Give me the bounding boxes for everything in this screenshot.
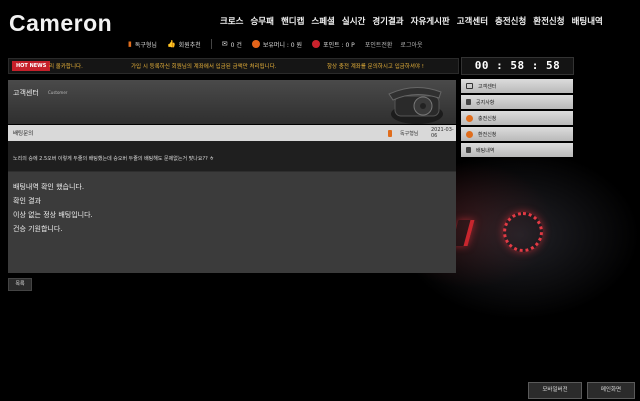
sidebar-item-bet-history[interactable]: 배팅내역 xyxy=(461,143,573,157)
countdown-timer: 00 : 58 : 58 xyxy=(461,57,574,75)
post-date: 2021-03-06 xyxy=(431,127,454,139)
money-value: 보유머니 : 0 원 xyxy=(262,41,303,49)
ticker-message-1: 리 올카합니다. xyxy=(49,64,83,70)
post-question: 노리의 승에 2.5오버 이렇게 두줄의 배팅했는데 승오버 두줄의 배팅해도 … xyxy=(8,141,456,172)
news-ticker: HOT NEWS 리 올카합니다. 가입 시 등록하신 회원님의 계좌에서 입금… xyxy=(8,58,459,74)
question-text: 노리의 승에 2.5오버 이렇게 두줄의 배팅했는데 승오버 두줄의 배팅해도 … xyxy=(13,156,214,162)
answer-line: 확인 결과 xyxy=(13,197,41,205)
mail-icon: ✉ xyxy=(221,40,228,48)
sidebar-item-notice[interactable]: 공지사항 xyxy=(461,95,573,109)
car-tail-light-right xyxy=(503,212,543,252)
nav-win-draw-lose[interactable]: 승무패 xyxy=(250,15,273,27)
nav-free-board[interactable]: 자유게시판 xyxy=(411,15,450,27)
sidebar-item-label: 충전신청 xyxy=(478,115,497,122)
sidebar-item-customer-center[interactable]: 고객센터 xyxy=(461,79,573,93)
nav-handicap[interactable]: 핸디캡 xyxy=(281,15,304,27)
coin-icon xyxy=(466,130,473,138)
list-button[interactable]: 목록 xyxy=(8,278,32,291)
document-icon xyxy=(466,99,471,105)
nav-bet-history[interactable]: 배팅내역 xyxy=(572,15,603,27)
sidebar-item-label: 배팅내역 xyxy=(476,147,495,154)
user-bar: ▮ 독구형님 👍 회원추천 ✉ 0 건 보유머니 : 0 원 포인트 : 0 P… xyxy=(128,36,458,52)
panel-subtitle: Customer xyxy=(48,90,68,95)
sidebar-item-label: 환전신청 xyxy=(478,131,497,138)
money-icon xyxy=(251,40,260,48)
nav-withdraw[interactable]: 환전신청 xyxy=(533,15,564,27)
logout-button[interactable]: 로그아웃 xyxy=(400,40,422,49)
post-author: 독구형님 xyxy=(400,130,419,137)
divider xyxy=(210,39,212,49)
sidebar-item-deposit[interactable]: 충전신청 xyxy=(461,111,573,125)
nav-customer-center[interactable]: 고객센터 xyxy=(457,15,488,27)
username: ▮ 독구형님 xyxy=(128,40,157,49)
sidebar-item-withdraw[interactable]: 환전신청 xyxy=(461,127,573,141)
username-label: 독구형님 xyxy=(134,41,157,49)
ticker-message-3: 항상 충전 계좌를 문의하시고 입금하셔야 ! xyxy=(327,64,424,70)
points-value: 포인트 : 0 P xyxy=(323,41,355,49)
nav-deposit[interactable]: 충전신청 xyxy=(495,15,526,27)
document-icon xyxy=(466,147,471,153)
hot-news-badge: HOT NEWS xyxy=(12,61,51,71)
user-level-icon xyxy=(388,129,392,137)
main-screen-button[interactable]: 메인화면 xyxy=(587,382,635,399)
points-display: 포인트 : 0 P xyxy=(312,40,355,49)
post-answer: 배팅내역 확인 했습니다. 확인 결과 이상 없는 정상 배팅입니다. 건승 기… xyxy=(8,172,456,273)
messages-count: 0 건 xyxy=(230,41,242,49)
thumbs-up-icon: 👍 xyxy=(166,40,176,48)
monitor-icon xyxy=(466,83,473,89)
money-display: 보유머니 : 0 원 xyxy=(251,40,303,49)
main-nav: 크로스 승무패 핸디캡 스페셜 실시간 경기결과 자유게시판 고객센터 충전신청… xyxy=(220,15,603,27)
coin-icon xyxy=(466,114,473,122)
nav-special[interactable]: 스페셜 xyxy=(311,15,334,27)
messages-link[interactable]: ✉ 0 건 xyxy=(222,40,242,49)
recommend-link[interactable]: 👍 회원추천 xyxy=(167,40,201,49)
nav-live[interactable]: 실시간 xyxy=(342,15,365,27)
sidebar-item-label: 공지사항 xyxy=(476,99,495,106)
user-icon: ▮ xyxy=(128,40,132,48)
panel-title: 고객센터 xyxy=(13,89,39,97)
post-header: 배팅문의 독구형님 2021-03-06 xyxy=(8,125,456,141)
convert-points-button[interactable]: 포인트전환 xyxy=(365,40,393,49)
site-logo[interactable]: Cameron xyxy=(9,10,112,37)
post-title: 배팅문의 xyxy=(13,131,34,137)
nav-results[interactable]: 경기결과 xyxy=(372,15,403,27)
recommend-label: 회원추천 xyxy=(178,41,201,49)
answer-line: 건승 기원합니다. xyxy=(13,225,63,233)
answer-line: 이상 없는 정상 배팅입니다. xyxy=(13,211,93,219)
mobile-version-button[interactable]: 모바일버전 xyxy=(528,382,582,399)
points-icon xyxy=(312,40,321,48)
telephone-icon xyxy=(388,87,443,124)
sidebar: 고객센터 공지사항 충전신청 환전신청 배팅내역 xyxy=(461,79,573,159)
answer-line: 배팅내역 확인 했습니다. xyxy=(13,183,85,191)
sidebar-item-label: 고객센터 xyxy=(478,83,497,90)
nav-cross[interactable]: 크로스 xyxy=(220,15,243,27)
ticker-message-2: 가입 시 등록하신 회원님의 계좌에서 입금된 금액만 처리됩니다. xyxy=(131,64,277,70)
